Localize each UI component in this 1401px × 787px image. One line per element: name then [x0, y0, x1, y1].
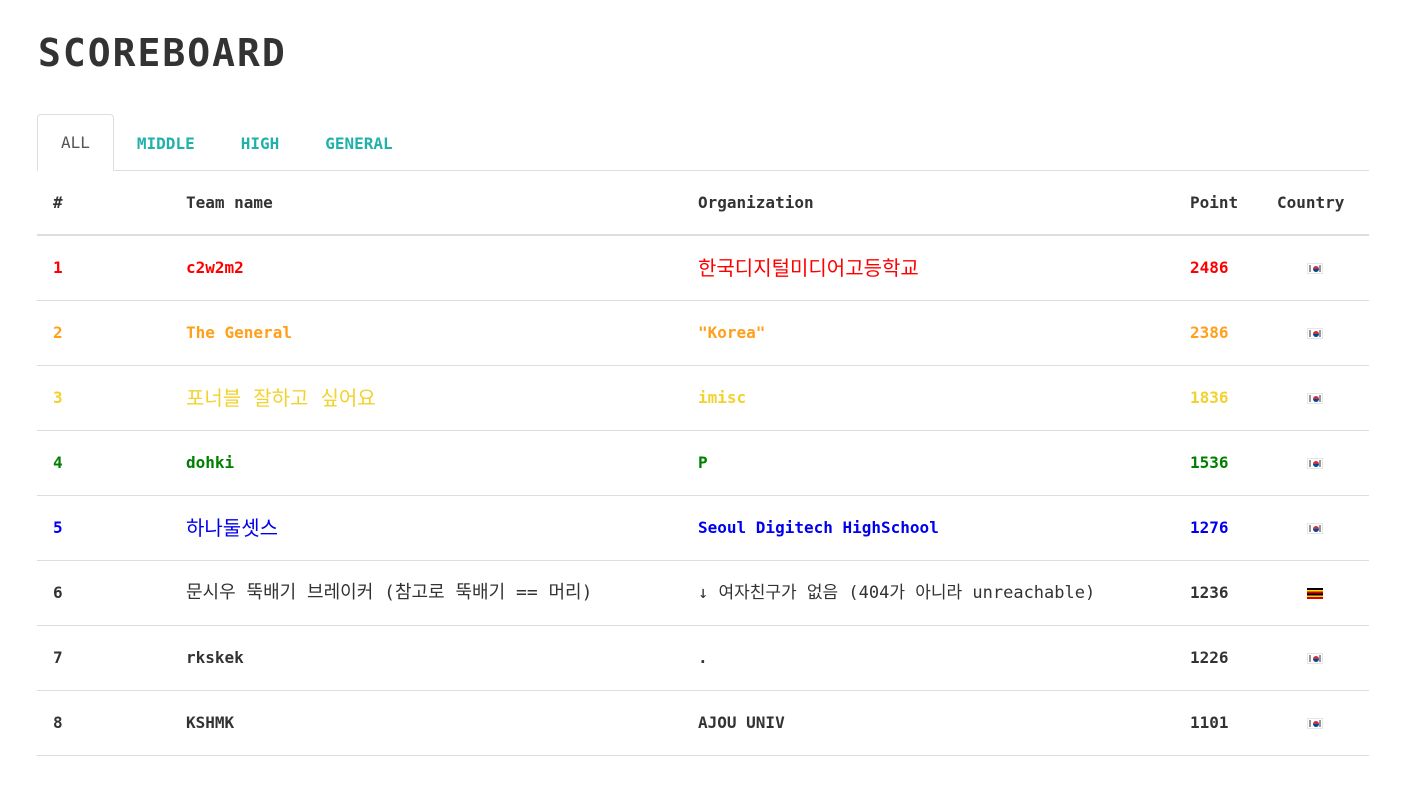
south-korea-flag-icon	[1307, 523, 1323, 534]
point-column-header: Point	[1174, 171, 1261, 236]
south-korea-flag-icon	[1307, 328, 1323, 339]
team-column-header: Team name	[170, 171, 682, 236]
rank-cell: 2	[37, 300, 170, 366]
south-korea-flag-icon	[1307, 458, 1323, 469]
rank-cell: 4	[37, 430, 170, 496]
organization-cell: imisc	[682, 365, 1174, 431]
rank-column-header: #	[37, 171, 170, 236]
point-cell: 2386	[1174, 300, 1261, 366]
rank-cell: 5	[37, 495, 170, 561]
country-cell	[1261, 365, 1369, 431]
south-korea-flag-icon	[1307, 393, 1323, 404]
rank-cell: 6	[37, 560, 170, 626]
south-korea-flag-icon	[1307, 718, 1323, 729]
point-cell: 2486	[1174, 235, 1261, 301]
team-name-cell: KSHMK	[170, 690, 682, 756]
team-name-cell: 문시우 뚝배기 브레이커 (참고로 뚝배기 == 머리)	[170, 560, 682, 626]
rank-cell: 8	[37, 690, 170, 756]
organization-column-header: Organization	[682, 171, 1174, 236]
rank-cell: 1	[37, 235, 170, 301]
division-tabs: ALL MIDDLE HIGH GENERAL	[37, 114, 1369, 171]
point-cell: 1536	[1174, 430, 1261, 496]
team-name-cell: 포너블 잘하고 싶어요	[170, 365, 682, 431]
table-row: 3 포너블 잘하고 싶어요 imisc 1836	[37, 365, 1369, 431]
tab-general[interactable]: GENERAL	[302, 115, 415, 171]
table-row: 5 하나둘셋스 Seoul Digitech HighSchool 1276	[37, 495, 1369, 561]
south-korea-flag-icon	[1307, 653, 1323, 664]
uganda-flag-icon	[1307, 588, 1323, 599]
organization-cell: .	[682, 625, 1174, 691]
country-cell	[1261, 300, 1369, 366]
table-row: 2 The General "Korea" 2386	[37, 300, 1369, 366]
point-cell: 1101	[1174, 690, 1261, 756]
table-row: 8 KSHMK AJOU UNIV 1101	[37, 690, 1369, 756]
tab-middle[interactable]: MIDDLE	[114, 115, 218, 171]
team-name-cell: The General	[170, 300, 682, 366]
south-korea-flag-icon	[1307, 263, 1323, 274]
table-row: 4 dohki P 1536	[37, 430, 1369, 496]
organization-cell: ↓ 여자친구가 없음 (404가 아니라 unreachable)	[682, 560, 1174, 626]
organization-cell: P	[682, 430, 1174, 496]
country-cell	[1261, 495, 1369, 561]
table-row: 7 rkskek . 1226	[37, 625, 1369, 691]
rank-cell: 7	[37, 625, 170, 691]
country-cell	[1261, 430, 1369, 496]
organization-cell: AJOU UNIV	[682, 690, 1174, 756]
country-cell	[1261, 690, 1369, 756]
tab-high[interactable]: HIGH	[218, 115, 303, 171]
rank-cell: 3	[37, 365, 170, 431]
table-header-row: # Team name Organization Point Country	[37, 171, 1369, 236]
page-title: SCOREBOARD	[38, 31, 287, 75]
point-cell: 1236	[1174, 560, 1261, 626]
country-cell	[1261, 560, 1369, 626]
scoreboard-table: # Team name Organization Point Country 1…	[37, 171, 1369, 756]
point-cell: 1226	[1174, 625, 1261, 691]
team-name-cell: rkskek	[170, 625, 682, 691]
organization-cell: 한국디지털미디어고등학교	[682, 235, 1174, 301]
team-name-cell: 하나둘셋스	[170, 495, 682, 561]
country-cell	[1261, 625, 1369, 691]
tab-all[interactable]: ALL	[37, 114, 114, 171]
organization-cell: "Korea"	[682, 300, 1174, 366]
table-row: 1 c2w2m2 한국디지털미디어고등학교 2486	[37, 235, 1369, 301]
point-cell: 1276	[1174, 495, 1261, 561]
team-name-cell: dohki	[170, 430, 682, 496]
team-name-cell: c2w2m2	[170, 235, 682, 301]
table-row: 6 문시우 뚝배기 브레이커 (참고로 뚝배기 == 머리) ↓ 여자친구가 없…	[37, 560, 1369, 626]
organization-cell: Seoul Digitech HighSchool	[682, 495, 1174, 561]
country-cell	[1261, 235, 1369, 301]
country-column-header: Country	[1261, 171, 1369, 236]
point-cell: 1836	[1174, 365, 1261, 431]
